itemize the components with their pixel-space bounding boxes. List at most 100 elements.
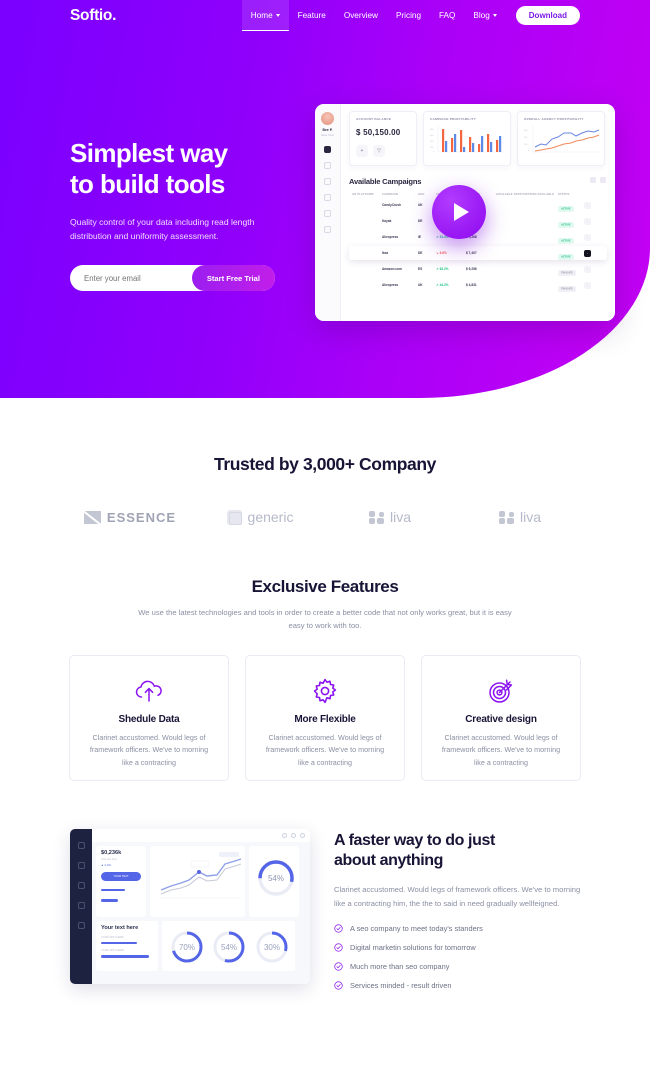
email-input[interactable] — [84, 273, 194, 283]
row-geo: UK — [418, 283, 423, 287]
feature-card-creative-design[interactable]: Creative design Clarinet accustomed. Wou… — [421, 654, 581, 781]
check-circle-icon — [334, 981, 343, 991]
feature-card-shedule-data[interactable]: Shedule Data Clarinet accustomed. Would … — [69, 654, 229, 781]
status-badge: ACTIVE — [558, 221, 574, 228]
nav-label-overview: Overview — [343, 11, 378, 20]
gear-icon — [260, 676, 390, 706]
table-row[interactable]: Amazon.com ES ↗ 63.2% $ 9,256 FINISHED · — [349, 262, 607, 276]
row-campaign: Amazon.com — [382, 267, 402, 271]
bullet-text: Much more than seo company — [350, 962, 450, 972]
play-video-button[interactable] — [432, 185, 486, 239]
start-free-trial-button[interactable]: Start Free Trial — [191, 265, 275, 292]
mock-nav-icon — [77, 901, 85, 909]
trusted-title: Trusted by 3,000+ Company — [214, 454, 436, 474]
mock-donut-chart: 54% — [258, 859, 294, 896]
logo-row: ESSENCE generic liva liva — [0, 509, 650, 525]
row-menu-icon[interactable]: · — [584, 217, 591, 225]
status-badge: FINISHED — [558, 269, 577, 276]
nav-item-feature[interactable]: Feature — [289, 0, 335, 31]
nav-label-faq: FAQ — [439, 11, 456, 20]
svg-text:100: 100 — [430, 147, 434, 149]
table-row[interactable]: Aliexpress UK ↗ 44.2% $ 4,831 FINISHED · — [349, 278, 607, 292]
grid-view-icon[interactable] — [600, 177, 606, 183]
row-menu-icon[interactable]: · — [584, 265, 591, 273]
logo-generic: generic — [195, 509, 325, 525]
nav-item-home[interactable]: Home — [241, 0, 289, 31]
account-balance-actions: + ▽ — [356, 145, 410, 157]
agency-profitability-card: OVERALL AGENCY PROFITABILITY 400 300 200… — [517, 111, 605, 166]
check-circle-icon — [334, 962, 343, 972]
mock-rings-card: 70% 54% 30% — [162, 920, 295, 971]
nav-links: Home Feature Overview Pricing FAQ Blog D… — [241, 0, 650, 31]
mock-bar-label — [101, 883, 141, 886]
mock-bar — [101, 888, 125, 892]
brand-logo[interactable]: Softio. — [70, 7, 116, 25]
row-change: ↗ 44.2% — [436, 283, 449, 287]
row-geo: DE — [418, 251, 423, 255]
mock-row-top: $0,236k Your text here ▲ 2.4% YOUR TEXT — [96, 845, 306, 917]
hero-title: Simplest way to build tools — [70, 138, 360, 201]
row-menu-icon[interactable]: · — [584, 281, 591, 289]
check-circle-icon — [334, 943, 343, 953]
feature-title: Shedule Data — [118, 713, 180, 725]
nav-item-pricing[interactable]: Pricing — [387, 0, 430, 31]
status-badge: ACTIVE — [558, 205, 574, 212]
chevron-down-icon — [275, 14, 280, 17]
account-balance-title: ACCOUNT BALANCE — [356, 117, 392, 121]
th-geo: GEO — [418, 193, 425, 196]
status-badge: ACTIVE — [558, 237, 574, 244]
row-geo: ES — [418, 267, 423, 271]
nav-item-blog[interactable]: Blog — [464, 0, 505, 31]
mock-avatar-icon — [300, 832, 305, 838]
mock-bell-icon — [291, 832, 296, 838]
filter-icon[interactable]: ▽ — [373, 145, 385, 157]
mock-stat-card: $0,236k Your text here ▲ 2.4% YOUR TEXT — [96, 845, 146, 917]
logo-liva-2: liva — [455, 509, 585, 525]
nav-item-overview[interactable]: Overview — [335, 0, 387, 31]
svg-text:30%: 30% — [264, 943, 280, 952]
row-revenue: $ 9,256 — [466, 267, 477, 271]
agency-profitability-title: OVERALL AGENCY PROFITABILITY — [524, 117, 584, 121]
feature-card-more-flexible[interactable]: More Flexible Clarinet accustomed. Would… — [245, 654, 405, 781]
table-row[interactable]: Ikea DE ↘ 6.6% $ 7,407 ACTIVE · — [349, 246, 607, 260]
cloud-upload-icon — [84, 676, 214, 706]
mock-nav-icon — [77, 841, 85, 849]
faster-title: A faster way to do just about anything — [334, 831, 590, 873]
svg-text:400: 400 — [524, 130, 528, 132]
row-change: ↘ 6.6% — [436, 251, 447, 255]
nav-item-faq[interactable]: FAQ — [430, 0, 464, 31]
row-menu-icon[interactable]: · — [584, 249, 591, 257]
mock-body: $0,236k Your text here ▲ 2.4% YOUR TEXT — [92, 828, 310, 984]
feature-cards: Shedule Data Clarinet accustomed. Would … — [0, 654, 650, 781]
mock-ring-card: 54% — [249, 845, 299, 917]
table-row[interactable]: Aliexpress IE ↗ 31.3% $ 5,268 ACTIVE · — [349, 230, 607, 244]
row-campaign: Kayak — [382, 219, 392, 223]
svg-text:200: 200 — [430, 141, 434, 143]
line-chart: 400 300 200 0 — [524, 126, 600, 153]
row-campaign: Aliexpress — [382, 283, 399, 287]
svg-text:70%: 70% — [179, 943, 195, 952]
check-circle-icon — [334, 924, 343, 934]
liva-label: liva — [519, 509, 541, 525]
features-subtitle: We use the latest technologies and tools… — [138, 608, 512, 631]
campaign-profitability-title: CAMPAIGN PROFITABILITY — [430, 117, 477, 121]
list-view-icon[interactable] — [590, 177, 596, 183]
th-campaign: CAMPAIGN — [382, 193, 399, 196]
row-menu-icon[interactable]: · — [584, 201, 591, 209]
bar-chart: 400 300 200 100 0 — [430, 126, 506, 153]
svg-text:0: 0 — [528, 150, 530, 152]
campaigns-title: Available Campaigns — [349, 177, 422, 186]
status-badge: FINISHED — [558, 285, 577, 292]
mock-ring-70: 70% — [171, 931, 203, 963]
list-item: Services minded - result driven — [334, 981, 590, 990]
bullet-text: Digital marketin solutions for tomorrow — [350, 943, 476, 953]
mock-action-button[interactable]: YOUR TEXT — [101, 871, 141, 881]
mock-topbar — [92, 828, 310, 842]
download-button[interactable]: Download — [515, 6, 580, 25]
row-menu-icon[interactable]: · — [584, 233, 591, 241]
mock-bar-label: YOUR TEXT HERE — [101, 949, 124, 953]
liva-label: liva — [389, 509, 411, 525]
navbar: Softio. Home Feature Overview Pricing FA… — [0, 0, 650, 31]
faster-section: $0,236k Your text here ▲ 2.4% YOUR TEXT — [0, 828, 650, 990]
dashboard-stat-cards: ACCOUNT BALANCE $ 50,150.00 + ▽ CAMPAIGN… — [349, 111, 607, 166]
